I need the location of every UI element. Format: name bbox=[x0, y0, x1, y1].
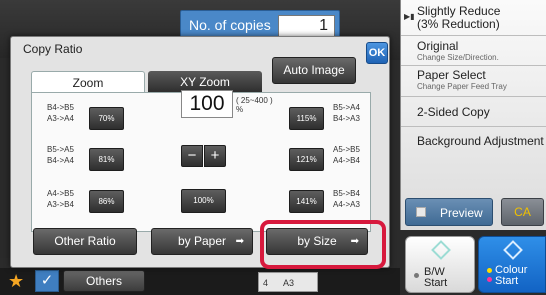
side-item-sub: Change Paper Feed Tray bbox=[417, 82, 507, 91]
star-icon[interactable]: ★ bbox=[8, 271, 24, 292]
others-button[interactable]: Others bbox=[63, 270, 145, 292]
preset-81-button[interactable]: 81% bbox=[89, 148, 124, 171]
preset-sizes-label: B4->B5 A3->A4 bbox=[47, 103, 74, 123]
side-item-2-sided-copy[interactable]: 2-Sided Copy bbox=[401, 97, 546, 127]
minus-button[interactable]: − bbox=[181, 145, 203, 167]
tray-indicator: 4 A3 bbox=[258, 272, 318, 292]
check-icon[interactable]: ✓ bbox=[35, 270, 59, 292]
preset-sizes-label: B5->A4 B4->A3 bbox=[333, 103, 360, 123]
copies-label: No. of copies bbox=[189, 17, 271, 33]
bw-start-label: B/W Start bbox=[424, 266, 448, 289]
preview-label: Preview bbox=[440, 206, 483, 220]
other-ratio-button[interactable]: Other Ratio bbox=[33, 228, 137, 255]
preset-100-button[interactable]: 100% bbox=[181, 189, 226, 213]
preset-115-button[interactable]: 115% bbox=[289, 107, 324, 130]
preview-icon bbox=[416, 207, 426, 217]
preset-sizes-label: B5->B4 A4->A3 bbox=[333, 189, 360, 209]
side-item-label: Slightly Reduce (3% Reduction) bbox=[417, 4, 501, 31]
tab-zoom[interactable]: Zoom bbox=[31, 71, 145, 93]
side-item-label: Background Adjustment bbox=[417, 134, 544, 148]
side-item-paper-select[interactable]: Paper Select Change Paper Feed Tray bbox=[401, 66, 546, 97]
colour-start-button[interactable]: Colour Start bbox=[478, 236, 546, 293]
ratio-value-input[interactable]: 100 bbox=[181, 90, 233, 118]
preset-sizes-label: B5->A5 B4->A4 bbox=[47, 145, 74, 165]
side-item-background-adjustment[interactable]: Background Adjustment bbox=[401, 127, 546, 182]
bw-start-button[interactable]: B/W Start bbox=[405, 236, 475, 293]
copies-input[interactable]: 1 bbox=[278, 15, 335, 37]
side-item-original[interactable]: Original Change Size/Direction. bbox=[401, 36, 546, 66]
side-menu: ▶▮ Slightly Reduce (3% Reduction) Origin… bbox=[400, 0, 546, 230]
tray-number: 4 bbox=[263, 278, 269, 288]
start-diamond-icon bbox=[431, 240, 451, 260]
ok-button[interactable]: OK bbox=[366, 42, 388, 64]
dialog-title: Copy Ratio bbox=[23, 42, 83, 56]
arrow-right-icon: ➡ bbox=[235, 236, 244, 247]
highlight-frame bbox=[260, 220, 386, 269]
preset-sizes-label: A5->B5 A4->B4 bbox=[333, 145, 360, 165]
side-item-label: 2-Sided Copy bbox=[417, 105, 490, 119]
auto-image-button[interactable]: Auto Image bbox=[272, 57, 356, 84]
bw-dot-icon bbox=[414, 273, 419, 278]
colour-start-label: Colour Start bbox=[495, 264, 528, 287]
side-item-sub: Change Size/Direction. bbox=[417, 53, 499, 62]
colour-dot-icon bbox=[487, 277, 492, 282]
start-diamond-icon bbox=[503, 240, 523, 260]
preview-button[interactable]: Preview bbox=[405, 198, 493, 226]
preset-121-button[interactable]: 121% bbox=[289, 148, 324, 171]
preset-70-button[interactable]: 70% bbox=[89, 107, 124, 130]
left-edge bbox=[0, 58, 10, 258]
preset-sizes-label: A4->B5 A3->B4 bbox=[47, 189, 74, 209]
play-icon: ▶▮ bbox=[404, 12, 415, 21]
by-paper-button[interactable]: by Paper ➡ bbox=[151, 228, 253, 255]
colour-dot-icon bbox=[487, 268, 492, 273]
bottom-bar bbox=[0, 268, 400, 295]
tray-size: A3 bbox=[283, 278, 295, 288]
plus-button[interactable]: + bbox=[204, 145, 226, 167]
ratio-range-label: ( 25~400 ) % bbox=[236, 96, 273, 114]
side-item-label: Paper Select bbox=[417, 68, 486, 82]
ca-button[interactable]: CA bbox=[501, 198, 544, 226]
preset-141-button[interactable]: 141% bbox=[289, 190, 324, 213]
side-item-slightly-reduce[interactable]: ▶▮ Slightly Reduce (3% Reduction) bbox=[401, 0, 546, 36]
side-item-label: Original bbox=[417, 39, 459, 53]
preset-86-button[interactable]: 86% bbox=[89, 190, 124, 213]
